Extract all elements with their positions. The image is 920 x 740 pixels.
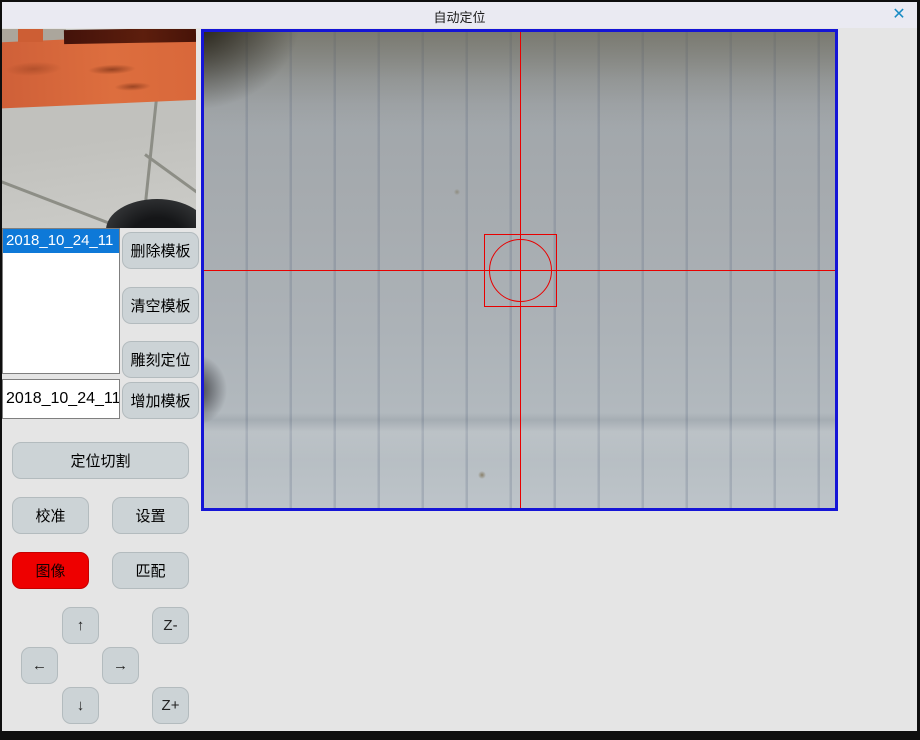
clear-templates-button[interactable]: 清空模板 xyxy=(122,287,199,324)
match-button[interactable]: 匹配 xyxy=(112,552,189,589)
preview-orange-plank xyxy=(2,33,196,108)
titlebar: 自动定位 ✕ xyxy=(2,2,917,28)
template-list[interactable]: 2018_10_24_11 xyxy=(2,228,120,374)
camera-view[interactable] xyxy=(201,29,838,511)
jog-z-plus-button[interactable]: Z+ xyxy=(152,687,189,724)
template-preview-image xyxy=(2,29,196,228)
match-region-circle xyxy=(489,239,552,302)
settings-button[interactable]: 设置 xyxy=(112,497,189,534)
jog-down-button[interactable]: ↓ xyxy=(62,687,99,724)
window-title: 自动定位 xyxy=(2,7,917,26)
template-name-input[interactable] xyxy=(2,379,120,419)
locate-cut-button[interactable]: 定位切割 xyxy=(12,442,189,479)
calibrate-button[interactable]: 校准 xyxy=(12,497,89,534)
jog-left-button[interactable]: ← xyxy=(21,647,58,684)
image-button[interactable]: 图像 xyxy=(12,552,89,589)
jog-up-button[interactable]: ↑ xyxy=(62,607,99,644)
jog-z-minus-button[interactable]: Z- xyxy=(152,607,189,644)
add-template-button[interactable]: 增加模板 xyxy=(122,382,199,419)
preview-dark-object xyxy=(106,199,196,228)
preview-tile-grout-line xyxy=(144,153,196,195)
auto-locate-dialog: 自动定位 ✕ 2018_10_24_11 删除模板 清空模板 雕刻定位 增加模板… xyxy=(2,2,917,731)
close-icon[interactable]: ✕ xyxy=(889,5,909,25)
engrave-locate-button[interactable]: 雕刻定位 xyxy=(122,341,199,378)
preview-dark-strip xyxy=(64,29,196,44)
delete-template-button[interactable]: 删除模板 xyxy=(122,232,199,269)
jog-right-button[interactable]: → xyxy=(102,647,139,684)
template-list-item[interactable]: 2018_10_24_11 xyxy=(3,229,119,253)
preview-tile-grout-line xyxy=(2,179,125,228)
preview-orange-chip xyxy=(18,29,43,42)
